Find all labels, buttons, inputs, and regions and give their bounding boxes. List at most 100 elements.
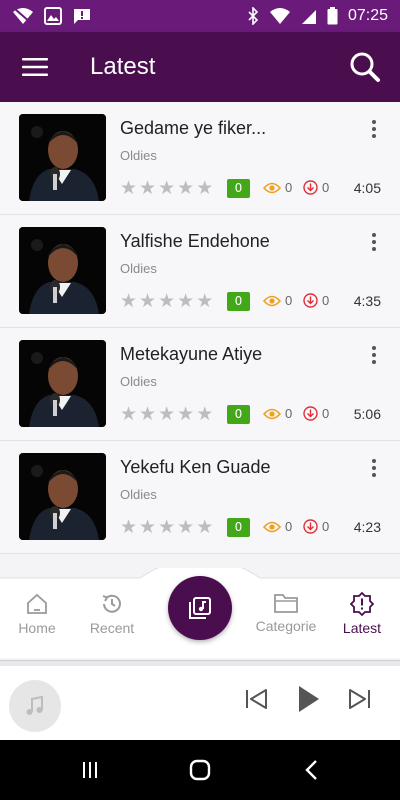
song-title: Yekefu Ken Guade: [120, 457, 271, 477]
star-icon[interactable]: ★: [120, 404, 137, 424]
views-count: 0: [263, 293, 292, 308]
song-duration: 4:05: [353, 180, 381, 196]
eye-icon: [263, 295, 281, 306]
bottom-nav: Home Recent Categorie Latest: [0, 568, 400, 658]
home-circle-icon: [189, 759, 211, 781]
downloads-value: 0: [322, 406, 330, 421]
song-duration: 4:35: [353, 293, 381, 309]
star-icon[interactable]: ★: [196, 517, 213, 537]
rating-stars: ★ ★ ★ ★ ★: [120, 291, 213, 311]
song-duration: 5:06: [353, 406, 381, 422]
back-icon: [305, 760, 317, 780]
nav-item-recent[interactable]: Recent: [72, 592, 152, 636]
rating-badge: 0: [227, 518, 250, 537]
rating-badge: 0: [227, 179, 250, 198]
star-icon[interactable]: ★: [158, 404, 175, 424]
star-icon[interactable]: ★: [177, 178, 194, 198]
more-options-button[interactable]: [368, 231, 380, 253]
song-thumbnail: [19, 453, 106, 540]
star-icon[interactable]: ★: [120, 178, 137, 198]
nav-item-latest[interactable]: Latest: [322, 592, 400, 636]
signal-icon: [301, 10, 316, 24]
wifi-icon: [269, 8, 290, 24]
more-vert-icon: [372, 233, 376, 237]
wifi-off-icon: [13, 8, 33, 24]
status-bar: 07:25: [0, 0, 400, 32]
song-category: Oldies: [120, 487, 157, 502]
more-options-button[interactable]: [368, 118, 380, 140]
now-playing-button[interactable]: [168, 576, 232, 640]
download-icon: [303, 180, 318, 195]
back-button[interactable]: [300, 758, 324, 782]
nav-label-home: Home: [18, 620, 56, 636]
page-title: Latest: [90, 53, 156, 80]
star-icon[interactable]: ★: [158, 178, 175, 198]
star-icon[interactable]: ★: [196, 178, 213, 198]
star-icon[interactable]: ★: [158, 291, 175, 311]
star-icon[interactable]: ★: [139, 517, 156, 537]
home-icon: [27, 593, 47, 614]
app-bar: Latest: [0, 32, 400, 102]
skip-next-icon: [349, 689, 370, 709]
star-icon[interactable]: ★: [177, 404, 194, 424]
alert-badge-icon: [350, 592, 374, 616]
song-list-item[interactable]: Metekayune Atiye Oldies ★ ★ ★ ★ ★ 0 0 0 5:06: [0, 328, 400, 441]
song-category: Oldies: [120, 261, 157, 276]
play-button[interactable]: [293, 684, 323, 714]
history-icon: [102, 594, 121, 613]
views-value: 0: [285, 519, 293, 534]
eye-icon: [263, 182, 281, 193]
star-icon[interactable]: ★: [139, 404, 156, 424]
song-category: Oldies: [120, 374, 157, 389]
download-icon: [303, 519, 318, 534]
downloads-value: 0: [322, 180, 330, 195]
nav-item-home[interactable]: Home: [0, 592, 77, 636]
star-icon[interactable]: ★: [120, 291, 137, 311]
song-title: Gedame ye fiker...: [120, 118, 267, 138]
views-count: 0: [263, 406, 292, 421]
more-options-button[interactable]: [368, 457, 380, 479]
image-icon: [44, 7, 62, 25]
player-artwork[interactable]: [9, 680, 61, 732]
search-icon: [350, 52, 380, 82]
previous-button[interactable]: [242, 684, 272, 714]
bluetooth-icon: [248, 7, 259, 25]
nav-label-latest: Latest: [342, 620, 382, 636]
star-icon[interactable]: ★: [177, 291, 194, 311]
views-value: 0: [285, 180, 293, 195]
home-system-button[interactable]: [188, 758, 212, 782]
music-note-icon: [26, 695, 43, 715]
star-icon[interactable]: ★: [196, 291, 213, 311]
more-vert-icon: [372, 120, 376, 124]
mini-player: [0, 666, 400, 740]
recents-button[interactable]: [78, 758, 102, 782]
more-options-button[interactable]: [368, 344, 380, 366]
downloads-count: 0: [303, 180, 329, 195]
star-icon[interactable]: ★: [177, 517, 194, 537]
star-icon[interactable]: ★: [139, 291, 156, 311]
next-button[interactable]: [344, 684, 374, 714]
song-thumbnail: [19, 227, 106, 314]
views-count: 0: [263, 180, 292, 195]
song-list-item[interactable]: Yekefu Ken Guade Oldies ★ ★ ★ ★ ★ 0 0 0 4:23: [0, 441, 400, 554]
rating-stars: ★ ★ ★ ★ ★: [120, 517, 213, 537]
battery-icon: [327, 7, 338, 25]
star-icon[interactable]: ★: [139, 178, 156, 198]
star-icon[interactable]: ★: [158, 517, 175, 537]
rating-badge: 0: [227, 292, 250, 311]
song-list-item[interactable]: Yalfishe Endehone Oldies ★ ★ ★ ★ ★ 0 0 0 4:35: [0, 215, 400, 328]
search-button[interactable]: [330, 32, 400, 102]
skip-previous-icon: [246, 689, 267, 709]
downloads-count: 0: [303, 406, 329, 421]
nav-item-categorie[interactable]: Categorie: [246, 592, 326, 634]
star-icon[interactable]: ★: [120, 517, 137, 537]
star-icon[interactable]: ★: [196, 404, 213, 424]
song-thumbnail: [19, 340, 106, 427]
downloads-count: 0: [303, 293, 329, 308]
song-list-item[interactable]: Gedame ye fiker... Oldies ★ ★ ★ ★ ★ 0 0 0 4:05: [0, 102, 400, 215]
menu-icon: [22, 58, 48, 76]
message-alert-icon: [74, 9, 90, 24]
eye-icon: [263, 521, 281, 532]
play-icon: [299, 686, 319, 712]
menu-button[interactable]: [0, 32, 70, 102]
